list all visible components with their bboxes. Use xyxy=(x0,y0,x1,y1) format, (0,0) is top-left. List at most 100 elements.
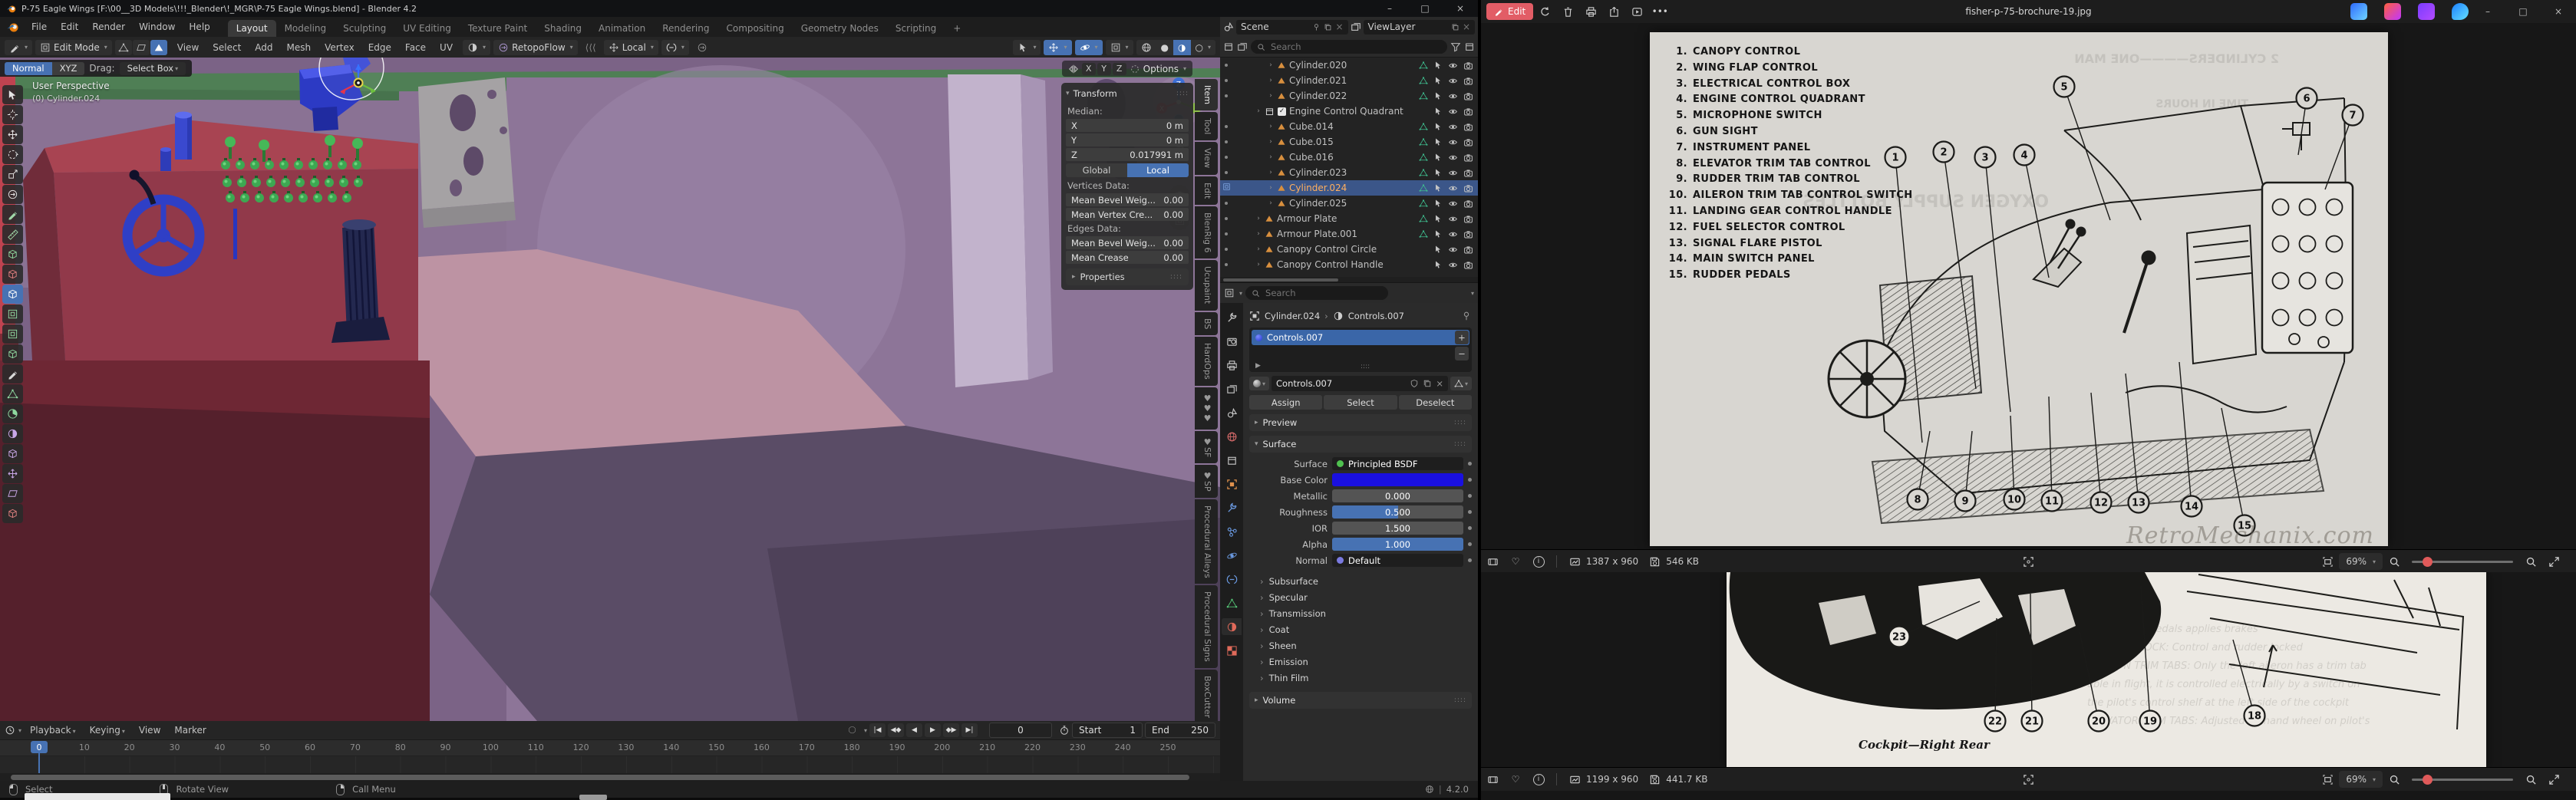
sidebar-tab-boxcutter[interactable]: BoxCutter xyxy=(1195,669,1218,721)
breadcrumb-material[interactable]: Controls.007 xyxy=(1348,311,1404,321)
snap-target-button[interactable]: ▾ xyxy=(463,39,491,55)
render-camera-icon[interactable] xyxy=(1463,168,1473,178)
photo-canvas[interactable]: pressure on pedals applies brakes CONTROL… xyxy=(1481,572,2576,767)
mesh-data-icon[interactable] xyxy=(1419,183,1428,193)
tool-poly-build[interactable] xyxy=(2,384,23,403)
add-slot-button[interactable]: + xyxy=(1455,331,1469,344)
selectable-icon[interactable] xyxy=(1433,260,1443,269)
outliner-search[interactable] xyxy=(1251,40,1447,54)
expand-chevron[interactable]: › xyxy=(1255,230,1262,238)
mirror-axis-z[interactable]: Z xyxy=(1112,62,1126,75)
remove-slot-button[interactable]: − xyxy=(1455,347,1469,360)
zoom-level-dropdown[interactable]: 69% ▾ xyxy=(2339,771,2383,788)
local-button[interactable]: Local xyxy=(1127,163,1189,177)
property-value-widget[interactable]: 1.000 xyxy=(1332,538,1463,551)
mesh-data-icon[interactable] xyxy=(1419,61,1428,70)
tool-edge-slide[interactable] xyxy=(2,444,23,463)
minimize-button[interactable]: – xyxy=(1372,0,1407,17)
outliner-row[interactable]: › Cylinder.020 xyxy=(1220,58,1478,73)
workspace-tab-layout[interactable]: Layout xyxy=(227,20,276,37)
shading-rendered-button[interactable]: ○ ▾ xyxy=(1190,39,1215,55)
selectable-icon[interactable] xyxy=(1433,61,1443,70)
render-camera-icon[interactable] xyxy=(1463,245,1473,255)
edge-data-row[interactable]: Mean Crease 0.00 xyxy=(1066,251,1189,264)
scene-icon[interactable] xyxy=(1223,21,1234,32)
visibility-eye-icon[interactable] xyxy=(1448,260,1458,270)
properties-tab-modifiers[interactable] xyxy=(1222,499,1242,516)
fit-to-window-button[interactable] xyxy=(2316,550,2339,573)
tool-tweak[interactable] xyxy=(2,85,23,104)
properties-editor-icon[interactable] xyxy=(1224,288,1235,298)
delete-button[interactable] xyxy=(1556,0,1579,23)
render-camera-icon[interactable] xyxy=(1463,260,1473,270)
timeline-menu-marker[interactable]: Marker xyxy=(167,723,213,738)
deselect-button[interactable]: Deselect xyxy=(1398,395,1472,410)
designer-app-icon[interactable] xyxy=(2350,3,2367,20)
sidebar-tab--sp[interactable]: ♥SP xyxy=(1195,464,1218,498)
median-row[interactable]: Y 0 m xyxy=(1066,133,1189,147)
animate-property-dot[interactable] xyxy=(1468,462,1472,466)
close-button[interactable]: × xyxy=(2541,0,2576,23)
selectable-icon[interactable] xyxy=(1433,76,1443,85)
sidebar-tab-procedural-signs[interactable]: Procedural Signs xyxy=(1195,585,1218,668)
edge-data-row[interactable]: Mean Bevel Weig... 0.00 xyxy=(1066,236,1189,249)
selectable-icon[interactable] xyxy=(1433,91,1443,100)
expand-chevron[interactable]: › xyxy=(1268,61,1274,69)
retopoflow-menu[interactable]: RetopoFlow ▾ xyxy=(493,39,578,55)
maximize-button[interactable]: □ xyxy=(1407,0,1443,17)
properties-search-input[interactable] xyxy=(1264,287,1383,299)
timeline-ruler[interactable]: 0102030405060708090100110120130140150160… xyxy=(0,740,1220,756)
tool-move[interactable] xyxy=(2,125,23,144)
tool-extrude-region[interactable] xyxy=(2,285,23,304)
expand-chevron[interactable]: › xyxy=(1268,169,1274,176)
vertex-select-button[interactable] xyxy=(114,39,132,55)
visibility-eye-icon[interactable] xyxy=(1448,199,1458,209)
properties-tab-view-layer[interactable] xyxy=(1222,380,1242,397)
median-row[interactable]: Z 0.017991 m xyxy=(1066,148,1189,161)
viewport-menu-face[interactable]: Face xyxy=(398,40,433,55)
scan-text-button[interactable] xyxy=(2017,550,2040,573)
expand-chevron[interactable]: › xyxy=(1268,138,1274,146)
info-button[interactable]: i xyxy=(1527,768,1550,791)
display-mode-icon[interactable] xyxy=(1223,41,1234,52)
zoom-slider[interactable] xyxy=(2412,774,2513,785)
fit-to-window-button[interactable] xyxy=(2316,768,2339,791)
unlink-icon[interactable]: × xyxy=(1436,378,1443,389)
mode-dropdown[interactable]: Edit Mode ▾ xyxy=(35,39,112,55)
panel-transmission[interactable]: › Transmission xyxy=(1249,605,1472,621)
visibility-eye-icon[interactable] xyxy=(1448,61,1458,71)
material-specials-button[interactable]: ▾ xyxy=(1450,377,1472,390)
select-button[interactable]: Select xyxy=(1324,395,1397,410)
zoom-out-button[interactable] xyxy=(2383,550,2406,573)
clear-icon[interactable]: × xyxy=(1463,21,1470,32)
render-camera-icon[interactable] xyxy=(1463,137,1473,147)
expand-chevron[interactable]: › xyxy=(1255,261,1262,268)
material-name-field[interactable]: Controls.007 × xyxy=(1272,376,1448,391)
render-camera-icon[interactable] xyxy=(1463,214,1473,224)
viewlayer-filter-icon[interactable] xyxy=(1237,41,1248,52)
outliner-row[interactable]: › Canopy Control Circle xyxy=(1220,242,1478,257)
viewport-menu-uv[interactable]: UV xyxy=(433,40,460,55)
play-reverse-button[interactable]: ◀ xyxy=(906,723,922,737)
menu-render[interactable]: Render xyxy=(85,19,132,35)
copy-icon[interactable] xyxy=(1423,379,1432,388)
filmstrip-button[interactable] xyxy=(1481,768,1504,791)
properties-tab-tool[interactable] xyxy=(1222,309,1242,326)
outliner-search-input[interactable] xyxy=(1269,41,1441,53)
mirror-axis-y[interactable]: Y xyxy=(1097,62,1111,75)
sidebar-tab-hardops[interactable]: HardOps xyxy=(1195,336,1218,386)
outliner-row[interactable]: › Canopy Control Handle xyxy=(1220,257,1478,272)
favorite-button[interactable]: ♡ xyxy=(1504,768,1527,791)
visibility-eye-icon[interactable] xyxy=(1448,214,1458,224)
zoom-in-button[interactable] xyxy=(2519,768,2542,791)
edit-button[interactable]: Edit xyxy=(1486,3,1534,20)
tool-add-cube[interactable] xyxy=(2,245,23,264)
panel-thin-film[interactable]: › Thin Film xyxy=(1249,670,1472,686)
vertex-data-row[interactable]: Mean Bevel Weig... 0.00 xyxy=(1066,193,1189,206)
selectable-icon[interactable] xyxy=(1433,183,1443,193)
sidebar-tab-tool[interactable]: Tool xyxy=(1195,112,1218,141)
render-camera-icon[interactable] xyxy=(1463,199,1473,209)
properties-tab-render[interactable] xyxy=(1222,333,1242,350)
mesh-data-icon[interactable] xyxy=(1419,153,1428,162)
tool-transform[interactable] xyxy=(2,185,23,204)
